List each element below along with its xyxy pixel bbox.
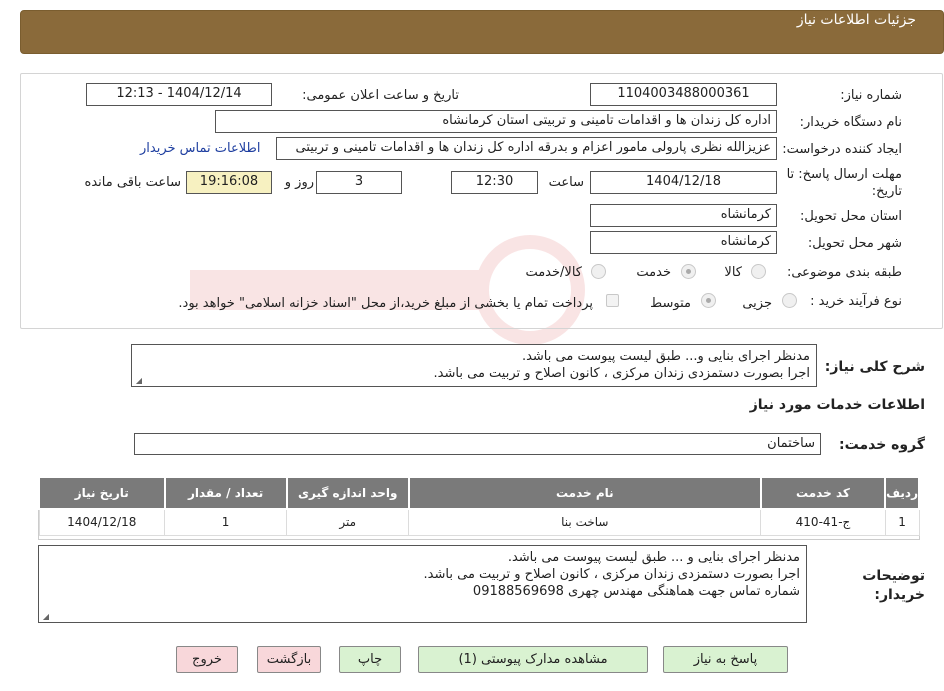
exit-button[interactable]: خروج bbox=[176, 646, 238, 673]
category-radio-goods-service[interactable] bbox=[591, 264, 606, 279]
deadline-time-label: ساعت bbox=[548, 175, 584, 190]
cell-code: ج-41-410 bbox=[760, 508, 886, 536]
services-table: ردیف کد خدمت نام خدمت واحد اندازه گیری ت… bbox=[38, 476, 920, 536]
reply-button[interactable]: پاسخ به نیاز bbox=[663, 646, 788, 673]
category-label: طبقه بندی موضوعی: bbox=[786, 265, 902, 280]
attachments-button[interactable]: مشاهده مدارک پیوستی (1) bbox=[418, 646, 648, 673]
page-title: جزئیات اطلاعات نیاز bbox=[796, 12, 916, 28]
days-label: روز و bbox=[284, 175, 314, 190]
buyer-notes-line: مدنظر اجرای بنایی و ... طبق لیست پیوست م… bbox=[507, 550, 800, 565]
deadline-time-field: 12:30 bbox=[451, 171, 538, 194]
general-description-line: مدنظر اجرای بنایی و... طبق لیست پیوست می… bbox=[521, 349, 810, 364]
province-field: کرمانشاه bbox=[590, 204, 777, 227]
cell-row: 1 bbox=[884, 508, 920, 536]
days-remaining-field: 3 bbox=[316, 171, 402, 194]
process-radio-minor[interactable] bbox=[782, 293, 797, 308]
buyer-notes-line: شماره تماس جهت هماهنگی مهندس چهری 091885… bbox=[472, 584, 800, 599]
category-option-goods-service: کالا/خدمت bbox=[525, 265, 582, 280]
buyer-notes-line: اجرا بصورت دستمزدی زندان مرکزی ، کانون ا… bbox=[423, 567, 800, 582]
category-radio-service[interactable] bbox=[681, 264, 696, 279]
buyer-notes-label: توضیحات bbox=[862, 568, 925, 584]
buyer-notes-label-2: خریدار: bbox=[874, 587, 925, 603]
requester-label: ایجاد کننده درخواست: bbox=[782, 142, 902, 157]
city-field: کرمانشاه bbox=[590, 231, 777, 254]
back-button[interactable]: بازگشت bbox=[257, 646, 321, 673]
general-description-line: اجرا بصورت دستمزدی زندان مرکزی ، کانون ا… bbox=[433, 366, 810, 381]
column-header-qty: تعداد / مقدار bbox=[163, 476, 288, 510]
buyer-notes-textarea[interactable]: مدنظر اجرای بنایی و ... طبق لیست پیوست م… bbox=[38, 545, 807, 623]
table-row: 1 ج-41-410 ساخت بنا متر 1 1404/12/18 bbox=[38, 508, 920, 536]
service-group-label: گروه خدمت: bbox=[839, 437, 925, 453]
buyer-org-field: اداره کل زندان ها و اقدامات تامینی و ترب… bbox=[215, 110, 777, 133]
need-number-label: شماره نیاز: bbox=[840, 88, 902, 103]
deadline-label: مهلت ارسال پاسخ: تا bbox=[786, 167, 902, 182]
column-header-row: ردیف bbox=[884, 476, 920, 510]
column-header-date: تاریخ نیاز bbox=[38, 476, 166, 510]
category-option-service: خدمت bbox=[636, 265, 671, 280]
treasury-note: پرداخت تمام یا بخشی از مبلغ خرید،از محل … bbox=[178, 296, 593, 311]
process-radio-medium[interactable] bbox=[701, 293, 716, 308]
requester-field: عزیزالله نظری پارولی مامور اعزام و بدرقه… bbox=[276, 137, 777, 160]
category-radio-goods[interactable] bbox=[751, 264, 766, 279]
resize-handle-icon[interactable]: ◢ bbox=[41, 613, 49, 621]
cell-date: 1404/12/18 bbox=[38, 508, 166, 536]
process-label: نوع فرآیند خرید : bbox=[810, 294, 902, 309]
treasury-checkbox[interactable] bbox=[606, 294, 619, 307]
column-header-code: کد خدمت bbox=[759, 476, 887, 510]
general-description-textarea[interactable]: مدنظر اجرای بنایی و... طبق لیست پیوست می… bbox=[131, 344, 817, 387]
service-group-field: ساختمان bbox=[134, 433, 821, 455]
process-option-medium: متوسط bbox=[650, 296, 691, 311]
buyer-contact-link[interactable]: اطلاعات تماس خریدار bbox=[140, 141, 260, 156]
print-button[interactable]: چاپ bbox=[339, 646, 401, 673]
general-description-label: شرح کلی نیاز: bbox=[824, 359, 925, 375]
deadline-label-date: تاریخ: bbox=[871, 184, 902, 199]
services-section-title: اطلاعات خدمات مورد نیاز bbox=[749, 397, 925, 413]
announce-datetime-field: 1404/12/14 - 12:13 bbox=[86, 83, 272, 106]
province-label: استان محل تحویل: bbox=[800, 209, 902, 224]
process-option-minor: جزیی bbox=[742, 296, 772, 311]
announce-datetime-label: تاریخ و ساعت اعلان عمومی: bbox=[302, 88, 459, 103]
time-remaining-field: 19:16:08 bbox=[186, 171, 272, 194]
resize-handle-icon[interactable]: ◢ bbox=[134, 377, 142, 385]
column-header-name: نام خدمت bbox=[407, 476, 762, 510]
need-number-field: 1104003488000361 bbox=[590, 83, 777, 106]
column-header-unit: واحد اندازه گیری bbox=[285, 476, 410, 510]
buyer-org-label: نام دستگاه خریدار: bbox=[799, 115, 902, 130]
cell-qty: 1 bbox=[164, 508, 288, 536]
category-option-goods: کالا bbox=[724, 265, 742, 280]
deadline-date-field: 1404/12/18 bbox=[590, 171, 777, 194]
time-remaining-label: ساعت باقی مانده bbox=[84, 175, 181, 190]
cell-name: ساخت بنا bbox=[408, 508, 762, 536]
cell-unit: متر bbox=[286, 508, 410, 536]
city-label: شهر محل تحویل: bbox=[807, 236, 902, 251]
